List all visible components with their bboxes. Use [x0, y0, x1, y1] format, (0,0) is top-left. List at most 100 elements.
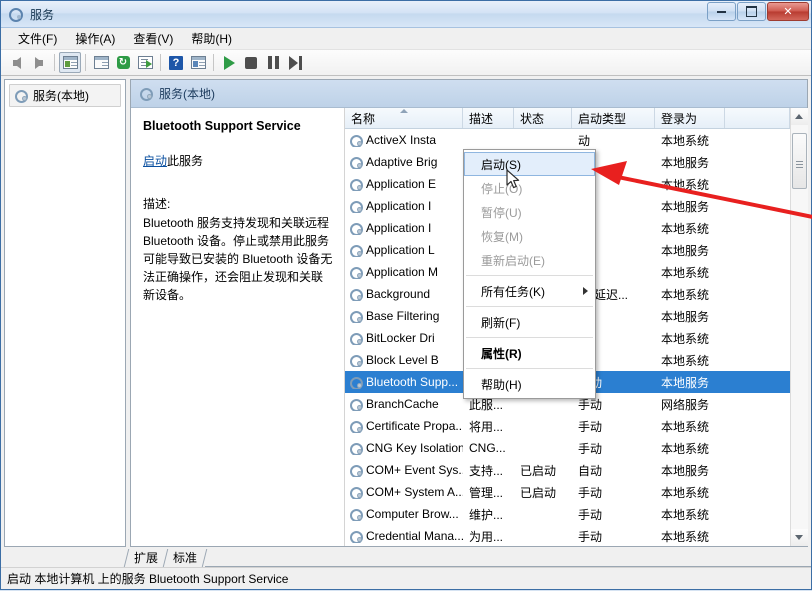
services-gear-icon [139, 87, 153, 101]
show-hide-action-pane-icon[interactable] [187, 52, 209, 73]
services-window: 服务 ✕ 文件(F) 操作(A) 查看(V) 帮助(H) ↻ ? [0, 0, 812, 590]
scroll-up-button[interactable] [791, 108, 808, 125]
export-list-icon[interactable] [134, 52, 156, 73]
column-header-log-on-as[interactable]: 登录为 [655, 108, 725, 128]
menu-file[interactable]: 文件(F) [9, 28, 66, 49]
scrollbar-track[interactable] [791, 125, 808, 529]
tab-standard[interactable]: 标准 [163, 549, 208, 567]
properties-icon[interactable] [90, 52, 112, 73]
column-header-status[interactable]: 状态 [514, 108, 572, 128]
scrollbar-thumb[interactable] [792, 133, 807, 189]
forward-icon[interactable] [28, 52, 50, 73]
toolbar-separator [160, 54, 161, 71]
tree-item-label: 服务(本地) [33, 87, 89, 104]
scroll-down-button[interactable] [791, 529, 808, 546]
column-header-name[interactable]: 名称 [345, 108, 463, 128]
service-gear-icon [349, 222, 362, 235]
cell-name: Adaptive Brig [345, 155, 463, 169]
table-row[interactable]: COM+ System A...管理...已启动手动本地系统 [345, 481, 790, 503]
menu-action[interactable]: 操作(A) [66, 28, 124, 49]
start-service-icon[interactable] [218, 52, 240, 73]
ctx-help-label: 帮助(H) [481, 376, 522, 393]
cell-name: Application I [345, 199, 463, 213]
cell-name-label: Bluetooth Supp... [366, 375, 458, 389]
table-row[interactable]: Certificate Propa...将用...手动本地系统 [345, 415, 790, 437]
cell-log-on-as: 本地系统 [655, 506, 725, 523]
cell-log-on-as: 本地系统 [655, 264, 725, 281]
help-icon[interactable]: ? [165, 52, 187, 73]
toolbar-separator [213, 54, 214, 71]
cell-name-label: Credential Mana... [366, 529, 463, 543]
ctx-start[interactable]: 启动(S) [464, 152, 595, 176]
context-menu-separator [466, 306, 593, 307]
cell-name: COM+ System A... [345, 485, 463, 499]
cell-name-label: Background [366, 287, 430, 301]
cell-name-label: Block Level B [366, 353, 439, 367]
ctx-refresh-label: 刷新(F) [481, 314, 520, 331]
show-hide-console-tree-icon[interactable] [59, 52, 81, 73]
ctx-help[interactable]: 帮助(H) [464, 372, 595, 396]
table-row[interactable]: ActiveX Insta动本地系统 [345, 129, 790, 151]
table-row[interactable]: Credential Mana...为用...手动本地系统 [345, 525, 790, 546]
back-icon[interactable] [6, 52, 28, 73]
service-gear-icon [349, 486, 362, 499]
toolbar: ↻ ? [1, 50, 811, 76]
cell-log-on-as: 本地系统 [655, 528, 725, 545]
service-gear-icon [349, 266, 362, 279]
service-gear-icon [349, 442, 362, 455]
minimize-button[interactable] [707, 2, 736, 21]
vertical-scrollbar[interactable] [790, 108, 807, 546]
cell-log-on-as: 本地服务 [655, 374, 725, 391]
maximize-button[interactable] [737, 2, 766, 21]
cell-name: Application L [345, 243, 463, 257]
cell-name: Block Level B [345, 353, 463, 367]
service-gear-icon [349, 354, 362, 367]
window-controls: ✕ [707, 2, 809, 21]
status-bar-text: 启动 本地计算机 上的服务 Bluetooth Support Service [7, 570, 288, 587]
table-row[interactable]: COM+ Event Sys...支持...已启动自动本地服务 [345, 459, 790, 481]
close-button[interactable]: ✕ [767, 2, 809, 21]
tabs-bar: 扩展 标准 [126, 547, 205, 567]
start-service-link[interactable]: 启动 [143, 154, 167, 168]
restart-service-icon[interactable] [284, 52, 306, 73]
stop-service-icon[interactable] [240, 52, 262, 73]
cell-log-on-as: 本地系统 [655, 418, 725, 435]
column-header-startup-type[interactable]: 启动类型 [572, 108, 655, 128]
cell-status: 已启动 [514, 484, 572, 501]
cell-log-on-as: 本地服务 [655, 198, 725, 215]
cell-log-on-as: 本地系统 [655, 440, 725, 457]
context-menu-separator [466, 275, 593, 276]
table-row[interactable]: CNG Key IsolationCNG...手动本地系统 [345, 437, 790, 459]
service-gear-icon [349, 332, 362, 345]
ctx-refresh[interactable]: 刷新(F) [464, 310, 595, 334]
ctx-all-tasks[interactable]: 所有任务(K) [464, 279, 595, 303]
cell-log-on-as: 本地服务 [655, 462, 725, 479]
cell-name: BranchCache [345, 397, 463, 411]
cell-name: Computer Brow... [345, 507, 463, 521]
toolbar-separator [85, 54, 86, 71]
cell-name-label: Application E [366, 177, 436, 191]
pause-service-icon[interactable] [262, 52, 284, 73]
window-title: 服务 [30, 6, 54, 23]
ctx-properties[interactable]: 属性(R) [464, 341, 595, 365]
cell-name: Credential Mana... [345, 529, 463, 543]
tree-item-services-local[interactable]: 服务(本地) [9, 84, 121, 107]
refresh-icon[interactable]: ↻ [112, 52, 134, 73]
cell-name-label: Base Filtering [366, 309, 439, 323]
cell-log-on-as: 本地系统 [655, 330, 725, 347]
context-menu-separator [466, 337, 593, 338]
cell-status: 已启动 [514, 462, 572, 479]
list-header-row: 名称 描述 状态 启动类型 登录为 [345, 108, 790, 129]
tab-extended[interactable]: 扩展 [124, 549, 168, 567]
title-bar: 服务 ✕ [1, 1, 811, 28]
cell-description: 支持... [463, 462, 514, 479]
column-header-description[interactable]: 描述 [463, 108, 514, 128]
service-gear-icon [349, 420, 362, 433]
tabs-filler [205, 549, 811, 567]
cell-name-label: BranchCache [366, 397, 439, 411]
cell-name-label: Application L [366, 243, 435, 257]
menu-view[interactable]: 查看(V) [124, 28, 182, 49]
menu-help[interactable]: 帮助(H) [182, 28, 241, 49]
column-header-filler [725, 108, 790, 128]
table-row[interactable]: Computer Brow...维护...手动本地系统 [345, 503, 790, 525]
